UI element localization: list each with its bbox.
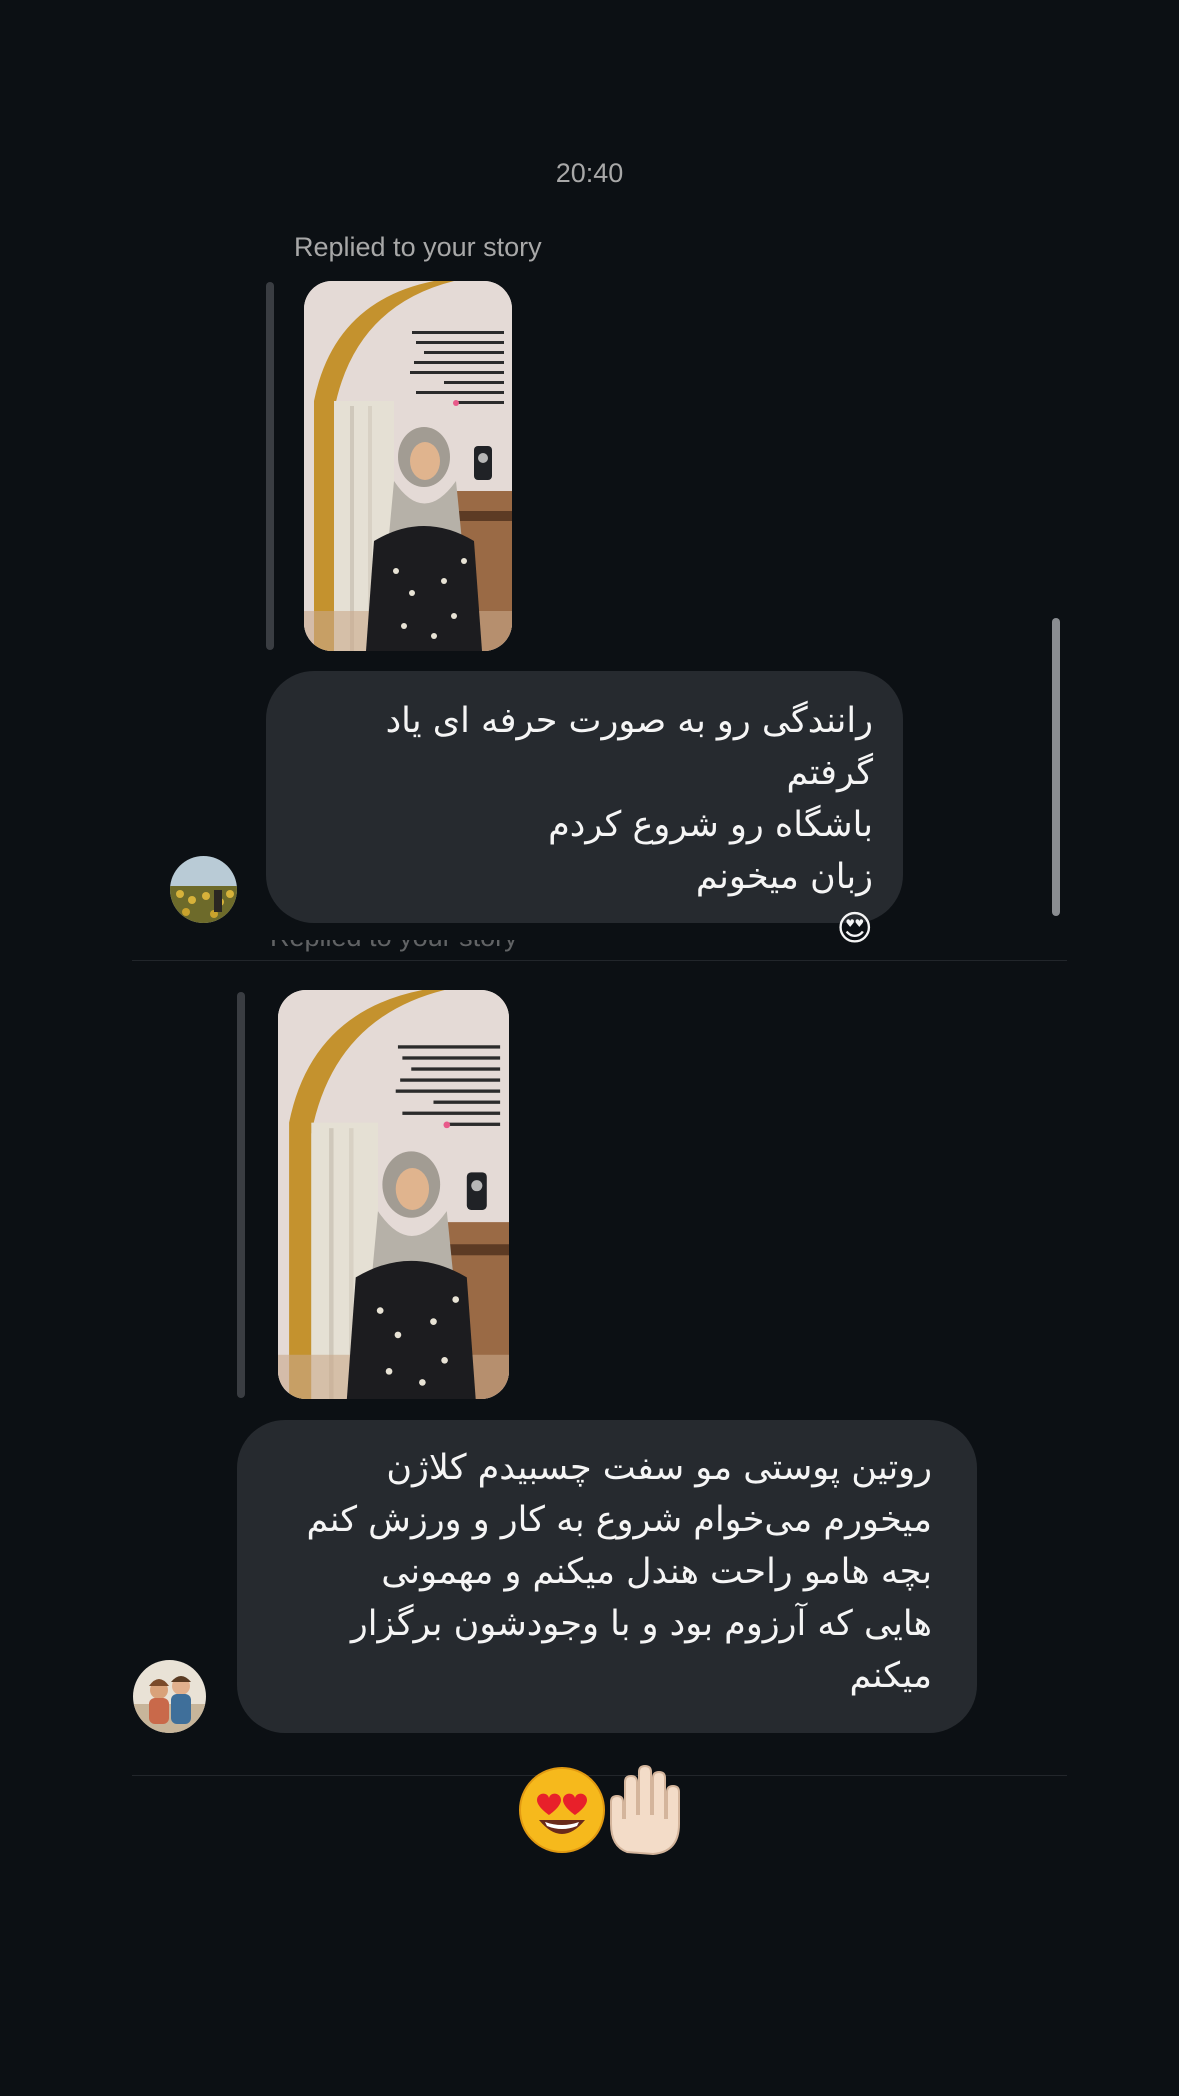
reply-quote-bar [237, 992, 245, 1398]
raised-hand-emoji-icon[interactable] [610, 1764, 680, 1856]
message-bubble[interactable]: روتین پوستی مو سفت چسبیدم کلاژن میخورم م… [237, 1420, 977, 1733]
scrollbar[interactable] [1052, 618, 1060, 916]
quick-reactions [515, 1762, 705, 1858]
heart-eyes-emoji-icon[interactable] [519, 1767, 605, 1853]
reply-quote-bar [266, 282, 274, 650]
avatar[interactable] [133, 1660, 206, 1733]
message-bubble[interactable]: رانندگی رو به صورت حرفه ای یاد گرفتم باش… [266, 671, 903, 949]
story-thumbnail[interactable] [278, 990, 509, 1399]
message-timestamp: 20:40 [555, 158, 624, 188]
story-thumbnail[interactable] [304, 281, 512, 651]
story-reply-label: Replied to your story [270, 940, 518, 970]
story-reply-label: Replied to your story [294, 232, 542, 262]
avatar[interactable] [170, 856, 237, 923]
